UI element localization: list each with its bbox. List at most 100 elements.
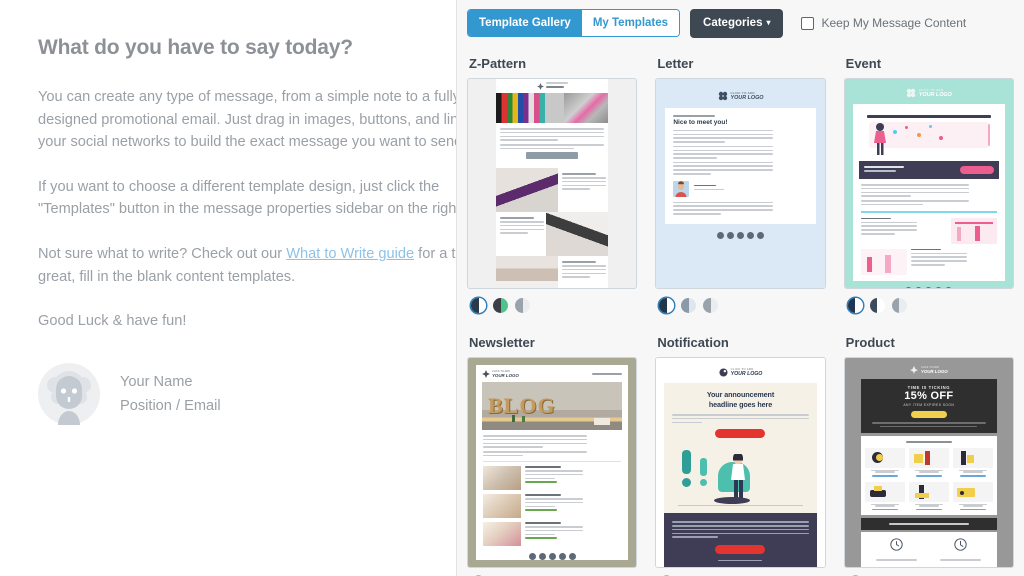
template-title: Notification [657, 335, 729, 350]
color-swatch[interactable] [493, 298, 508, 313]
template-title: Newsletter [469, 335, 535, 350]
tab-template-gallery[interactable]: Template Gallery [468, 10, 582, 36]
gallery-tabs: Template Gallery My Templates [467, 9, 681, 37]
instagram-icon [548, 553, 556, 561]
gallery-toolbar: Template Gallery My Templates Categories… [457, 0, 1024, 46]
hero-illustration [858, 110, 999, 158]
logo-placeholder [496, 79, 608, 93]
page-title: What do you have to say today? [38, 36, 353, 59]
features-row [860, 531, 997, 567]
cta-button-secondary[interactable] [715, 544, 766, 554]
color-swatches [847, 298, 1014, 313]
logo-placeholder: CLICK TO ADD YOUR LOGO [665, 87, 815, 108]
intro-line-1: You can create any type of message, from… [38, 89, 456, 105]
categories-dropdown-button[interactable]: Categories ▾ [690, 8, 784, 38]
template-gallery-pane: Template Gallery My Templates Categories… [456, 0, 1024, 576]
twitter-icon [726, 231, 734, 239]
signature-block: Your Name Position / Email [38, 362, 456, 425]
closing-paragraph: Good Luck & have fun! [38, 313, 187, 330]
keep-my-message-content-toggle[interactable]: Keep My Message Content [801, 16, 966, 30]
color-swatches [471, 298, 637, 313]
facebook-icon [528, 553, 536, 561]
youtube-icon [945, 286, 953, 288]
template-thumbnail[interactable]: CLICK TO ADD YOUR LOGO Your announcement h… [655, 357, 826, 568]
instagram-icon [925, 286, 933, 288]
what-to-write-paragraph: Not sure what to write? Check out our Wh… [38, 243, 456, 288]
template-title: Letter [657, 56, 694, 71]
signature-name: Your Name [120, 373, 193, 390]
pinterest-icon [558, 553, 566, 561]
hero-image: BLOG [482, 382, 623, 430]
template-card-event: Event CLICK TO ADD YOUR LOGO [843, 50, 1014, 313]
facebook-icon [905, 286, 913, 288]
template-grid: Z-Pattern Letter CLICK TO ADD YOUR LOGO … [457, 46, 1024, 576]
shop-now-button[interactable] [910, 411, 947, 418]
templates-paragraph: If you want to choose a different templa… [38, 176, 456, 221]
logo-placeholder: CLICK TO ADD YOUR LOGO [853, 86, 1005, 104]
color-swatch[interactable] [659, 298, 675, 313]
pinterest-icon [935, 286, 943, 288]
message-editor-pane[interactable]: What do you have to say today? You can c… [0, 0, 456, 576]
pinterest-icon [746, 231, 754, 239]
chevron-down-icon: ▾ [766, 17, 771, 27]
event-band [858, 161, 999, 179]
register-button[interactable] [959, 166, 994, 174]
what-to-write-suffix: for a t [414, 245, 456, 262]
social-icons [482, 553, 622, 561]
what-to-write-line-2: great, fill in the blank content templat… [38, 268, 296, 285]
tab-my-templates[interactable]: My Templates [581, 10, 680, 36]
logo-placeholder: CLICK TO ADD YOUR LOGO [664, 364, 816, 383]
logo-placeholder: CLICK TO ADD YOUR LOGO [861, 364, 997, 379]
color-swatch[interactable] [515, 298, 530, 313]
app-root: What do you have to say today? You can c… [0, 0, 1024, 576]
template-title: Event [845, 56, 882, 71]
color-swatch[interactable] [703, 298, 719, 313]
logo-placeholder: CLICK TO ADD YOUR LOGO [482, 370, 623, 382]
signature-role: Position / Email [120, 397, 221, 414]
social-icons [665, 231, 815, 239]
template-title: Product [845, 335, 895, 350]
signature-text: Your Name Position / Email [120, 370, 221, 418]
template-thumbnail[interactable]: CLICK TO ADD YOUR LOGO BLOG [467, 357, 638, 568]
social-icons [853, 286, 1005, 288]
product-grid [860, 436, 997, 516]
keep-content-checkbox[interactable] [801, 16, 815, 30]
color-swatch[interactable] [869, 298, 885, 313]
youtube-icon [756, 231, 764, 239]
twitter-icon [538, 553, 546, 561]
color-swatch[interactable] [681, 298, 697, 313]
intro-line-2: designed promotional email. Just drag in… [38, 111, 456, 128]
cta-button[interactable] [715, 429, 766, 439]
templates-line-2: "Templates" button in the message proper… [38, 201, 456, 218]
templates-line-1: If you want to choose a different templa… [38, 178, 440, 195]
color-swatch[interactable] [891, 298, 907, 313]
color-swatch[interactable] [847, 298, 863, 313]
keep-content-label: Keep My Message Content [821, 16, 967, 30]
template-thumbnail[interactable]: CLICK TO ADD YOUR LOGO TIME IS TICKING 15… [843, 357, 1014, 568]
intro-paragraph: You can create any type of message, from… [38, 86, 456, 154]
template-card-z-pattern: Z-Pattern [467, 50, 638, 313]
color-swatch[interactable] [471, 298, 486, 313]
refresh-icon [954, 538, 968, 551]
template-thumbnail[interactable]: CLICK TO ADD YOUR LOGO [843, 78, 1014, 289]
what-to-write-link[interactable]: What to Write guide [286, 246, 414, 262]
hero-illustration [672, 444, 808, 507]
promo-banner: TIME IS TICKING 15% OFF ANY ITEM EXPIRES… [860, 379, 997, 434]
color-swatches [659, 298, 825, 313]
signature-avatar [673, 180, 690, 197]
shipping-band [860, 518, 997, 530]
youtube-icon [568, 553, 576, 561]
intro-line-3: your social networks to build the exact … [38, 134, 456, 151]
template-card-product: Product CLICK TO ADD YOUR LOGO TIME IS TI… [843, 329, 1014, 576]
instagram-icon [736, 231, 744, 239]
clock-icon [890, 538, 903, 551]
avatar [38, 362, 100, 425]
template-card-newsletter: Newsletter CLICK TO ADD YOUR LOGO BLOG [467, 329, 638, 576]
categories-label: Categories [703, 16, 763, 29]
template-title: Z-Pattern [469, 56, 527, 71]
facebook-icon [716, 231, 724, 239]
template-thumbnail[interactable] [467, 78, 638, 289]
template-card-notification: Notification CLICK TO ADD YOUR LOGO Your … [655, 329, 826, 576]
template-card-letter: Letter CLICK TO ADD YOUR LOGO Nice to mee… [655, 50, 826, 313]
template-thumbnail[interactable]: CLICK TO ADD YOUR LOGO Nice to meet you! [655, 78, 826, 289]
